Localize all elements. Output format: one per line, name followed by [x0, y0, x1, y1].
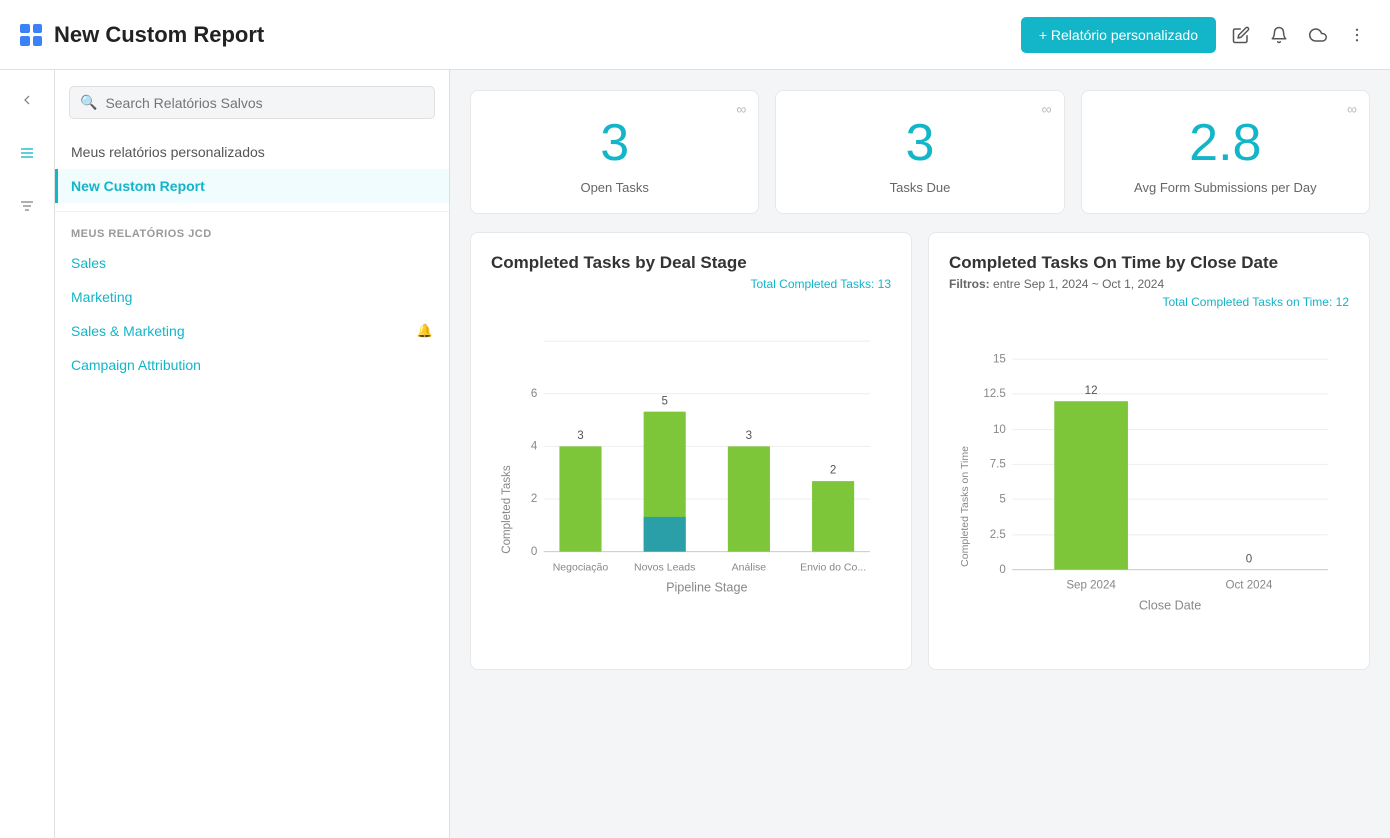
metric-value-open-tasks: 3 — [487, 115, 742, 172]
add-report-button[interactable]: + Relatório personalizado — [1021, 17, 1216, 53]
svg-text:4: 4 — [531, 441, 538, 453]
divider — [55, 211, 449, 212]
more-icon — [1348, 26, 1366, 44]
chart2-svg: Completed Tasks on Time 0 2.5 5 7 — [949, 317, 1349, 643]
nav-item-new-custom-report[interactable]: New Custom Report — [55, 169, 449, 203]
svg-text:3: 3 — [577, 430, 583, 442]
svg-text:Novos Leads: Novos Leads — [634, 562, 695, 574]
edit-button[interactable] — [1228, 22, 1254, 48]
chart1-title: Completed Tasks by Deal Stage — [491, 253, 891, 273]
svg-text:0: 0 — [1246, 553, 1252, 565]
app-logo — [20, 24, 42, 46]
page-title: New Custom Report — [54, 22, 264, 48]
filter-icon — [19, 198, 35, 214]
bar-negociacao — [559, 447, 601, 552]
metric-card-avg-form: ∞ 2.8 Avg Form Submissions per Day — [1081, 90, 1370, 214]
svg-text:5: 5 — [661, 395, 667, 407]
cloud-button[interactable] — [1304, 22, 1332, 48]
nav-item-sales[interactable]: Sales — [55, 246, 449, 280]
svg-text:Envio do Co...: Envio do Co... — [800, 562, 866, 574]
chart2-filter: Filtros: entre Sep 1, 2024 ~ Oct 1, 2024 — [949, 277, 1349, 291]
svg-text:5: 5 — [999, 493, 1005, 505]
charts-row: Completed Tasks by Deal Stage Total Comp… — [470, 232, 1370, 669]
bar-envio — [812, 481, 854, 552]
bar-analise — [728, 447, 770, 552]
svg-text:3: 3 — [746, 430, 752, 442]
chart-card-close-date: Completed Tasks On Time by Close Date Fi… — [928, 232, 1370, 669]
nav-item-sales-marketing[interactable]: Sales & Marketing 🔔 — [55, 314, 449, 348]
chart2-container: Completed Tasks on Time 0 2.5 5 7 — [949, 317, 1349, 648]
notification-button[interactable] — [1266, 22, 1292, 48]
header-left: New Custom Report — [20, 22, 264, 48]
cloud-icon — [1308, 26, 1328, 44]
svg-text:15: 15 — [993, 353, 1006, 365]
nav-item-marketing[interactable]: Marketing — [55, 280, 449, 314]
chart1-svg: Completed Tasks 0 2 4 6 — [491, 299, 891, 625]
svg-text:Análise: Análise — [732, 562, 767, 574]
search-icon: 🔍 — [80, 94, 97, 111]
svg-text:0: 0 — [531, 546, 537, 558]
nav-item-campaign-attribution[interactable]: Campaign Attribution — [55, 348, 449, 382]
metric-menu-tasks-due[interactable]: ∞ — [1042, 101, 1052, 117]
metric-value-avg-form: 2.8 — [1098, 115, 1353, 172]
main-content: ∞ 3 Open Tasks ∞ 3 Tasks Due ∞ 2.8 Avg F… — [450, 70, 1390, 838]
chevron-left-icon — [19, 92, 35, 108]
chart2-total: Total Completed Tasks on Time: 12 — [949, 295, 1349, 309]
svg-text:Close Date: Close Date — [1139, 599, 1201, 613]
chart1-total: Total Completed Tasks: 13 — [491, 277, 891, 291]
bell-small-icon: 🔔 — [417, 323, 433, 339]
svg-text:12.5: 12.5 — [983, 388, 1006, 400]
svg-text:Sep 2024: Sep 2024 — [1066, 580, 1116, 592]
chart-card-deal-stage: Completed Tasks by Deal Stage Total Comp… — [470, 232, 912, 669]
sidebar-filter-button[interactable] — [13, 192, 41, 225]
svg-text:2.5: 2.5 — [990, 529, 1006, 541]
metric-label-tasks-due: Tasks Due — [792, 180, 1047, 195]
metric-menu-open-tasks[interactable]: ∞ — [736, 101, 746, 117]
svg-text:Negociação: Negociação — [553, 562, 609, 574]
svg-text:0: 0 — [999, 564, 1005, 576]
my-reports-header: Meus relatórios personalizados — [55, 135, 449, 169]
metric-label-avg-form: Avg Form Submissions per Day — [1098, 180, 1353, 195]
search-box: 🔍 — [69, 86, 435, 119]
header-right: + Relatório personalizado — [1021, 17, 1370, 53]
more-menu-button[interactable] — [1344, 22, 1370, 48]
svg-text:10: 10 — [993, 424, 1006, 436]
bell-icon — [1270, 26, 1288, 44]
chart2-title: Completed Tasks On Time by Close Date — [949, 253, 1349, 273]
section-label-jcd: MEUS RELATÓRIOS JCD — [55, 220, 449, 246]
sidebar — [0, 70, 55, 838]
left-panel: 🔍 Meus relatórios personalizados New Cus… — [55, 70, 450, 838]
svg-text:Completed Tasks on Time: Completed Tasks on Time — [959, 446, 971, 567]
chart1-container: Completed Tasks 0 2 4 6 — [491, 299, 891, 630]
metric-card-tasks-due: ∞ 3 Tasks Due — [775, 90, 1064, 214]
metric-card-open-tasks: ∞ 3 Open Tasks — [470, 90, 759, 214]
sidebar-collapse-button[interactable] — [13, 86, 41, 119]
metric-menu-avg-form[interactable]: ∞ — [1347, 101, 1357, 117]
svg-text:Completed Tasks: Completed Tasks — [501, 465, 513, 554]
sidebar-list-button[interactable] — [13, 139, 41, 172]
metric-label-open-tasks: Open Tasks — [487, 180, 742, 195]
edit-icon — [1232, 26, 1250, 44]
bar-novos-leads-teal — [644, 517, 686, 552]
list-icon — [19, 145, 35, 161]
svg-text:Oct 2024: Oct 2024 — [1226, 580, 1273, 592]
metric-value-tasks-due: 3 — [792, 115, 1047, 172]
bar-sep2024 — [1054, 401, 1128, 569]
svg-text:12: 12 — [1085, 385, 1098, 397]
search-input[interactable] — [105, 95, 424, 111]
metrics-row: ∞ 3 Open Tasks ∞ 3 Tasks Due ∞ 2.8 Avg F… — [470, 90, 1370, 214]
svg-text:2: 2 — [531, 493, 537, 505]
svg-text:2: 2 — [830, 465, 836, 477]
svg-text:7.5: 7.5 — [990, 459, 1006, 471]
svg-text:6: 6 — [531, 388, 537, 400]
svg-text:Pipeline Stage: Pipeline Stage — [666, 581, 747, 595]
